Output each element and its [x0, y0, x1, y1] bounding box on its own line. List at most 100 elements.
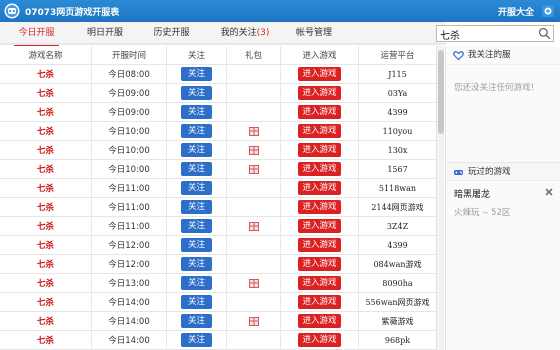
game-name[interactable]: 七杀	[0, 65, 92, 83]
enter-game-button[interactable]: 进入游戏	[298, 238, 341, 252]
platform-name[interactable]: 3Z4Z	[359, 217, 436, 235]
gear-icon[interactable]	[541, 4, 555, 18]
platform-name[interactable]: 1567	[359, 160, 436, 178]
enter-game-button[interactable]: 进入游戏	[298, 314, 341, 328]
table-row: 七杀 今日12:00 关注 进入游戏 084wan游戏	[0, 255, 436, 274]
enter-game-button[interactable]: 进入游戏	[298, 105, 341, 119]
enter-game-button[interactable]: 进入游戏	[298, 295, 341, 309]
follow-button[interactable]: 关注	[181, 314, 212, 328]
tab-account[interactable]: 帐号管理	[287, 22, 341, 45]
gift-cell	[227, 331, 281, 349]
game-name[interactable]: 七杀	[0, 331, 92, 349]
search-box[interactable]: 七杀	[436, 25, 554, 42]
table-row: 七杀 今日14:00 关注 进入游戏 968pk	[0, 331, 436, 350]
gift-icon[interactable]	[248, 278, 259, 288]
game-robot-logo	[4, 3, 20, 19]
heart-icon	[453, 51, 464, 61]
follow-button[interactable]: 关注	[181, 276, 212, 290]
open-time: 今日14:00	[92, 293, 167, 311]
enter-game-button[interactable]: 进入游戏	[298, 124, 341, 138]
played-game-name[interactable]: 暗黑屠龙	[454, 187, 490, 200]
enter-game-button[interactable]: 进入游戏	[298, 181, 341, 195]
platform-name[interactable]: 968pk	[359, 331, 436, 349]
table-row: 七杀 今日08:00 关注 进入游戏 J115	[0, 65, 436, 84]
platform-name[interactable]: 556wan网页游戏	[359, 293, 436, 311]
gift-icon[interactable]	[248, 316, 259, 326]
sidebar: 我关注的服 您还没关注任何游戏！ 玩过的游戏 暗黑屠龙 火辣玩 -- 52区	[445, 46, 560, 350]
follow-button[interactable]: 关注	[181, 143, 212, 157]
gift-icon[interactable]	[248, 145, 259, 155]
search-input[interactable]: 七杀	[440, 27, 460, 42]
follow-button[interactable]: 关注	[181, 219, 212, 233]
follow-button[interactable]: 关注	[181, 333, 212, 347]
follow-button[interactable]: 关注	[181, 238, 212, 252]
platform-name[interactable]: 110you	[359, 122, 436, 140]
tab-today[interactable]: 今日开服	[8, 22, 65, 47]
follow-button[interactable]: 关注	[181, 181, 212, 195]
platform-name[interactable]: 8090ha	[359, 274, 436, 292]
game-name[interactable]: 七杀	[0, 293, 92, 311]
platform-name[interactable]: 4399	[359, 236, 436, 254]
follow-count: (3)	[256, 28, 270, 38]
platform-name[interactable]: 5118wan	[359, 179, 436, 197]
follow-button[interactable]: 关注	[181, 200, 212, 214]
follow-button[interactable]: 关注	[181, 105, 212, 119]
platform-name[interactable]: 130x	[359, 141, 436, 159]
follow-button[interactable]: 关注	[181, 67, 212, 81]
game-name[interactable]: 七杀	[0, 160, 92, 178]
scrollbar[interactable]	[436, 46, 444, 350]
game-name[interactable]: 七杀	[0, 255, 92, 273]
platform-name[interactable]: 03Ya	[359, 84, 436, 102]
game-name[interactable]: 七杀	[0, 84, 92, 102]
enter-game-button[interactable]: 进入游戏	[298, 67, 341, 81]
enter-game-button[interactable]: 进入游戏	[298, 162, 341, 176]
game-name[interactable]: 七杀	[0, 122, 92, 140]
gift-icon[interactable]	[248, 126, 259, 136]
follow-button[interactable]: 关注	[181, 124, 212, 138]
game-name[interactable]: 七杀	[0, 198, 92, 216]
game-name[interactable]: 七杀	[0, 312, 92, 330]
scrollbar-thumb[interactable]	[438, 50, 444, 134]
game-name[interactable]: 七杀	[0, 141, 92, 159]
platform-name[interactable]: 084wan游戏	[359, 255, 436, 273]
platform-name[interactable]: 2144网页游戏	[359, 198, 436, 216]
follow-button[interactable]: 关注	[181, 295, 212, 309]
enter-game-button[interactable]: 进入游戏	[298, 86, 341, 100]
enter-game-button[interactable]: 进入游戏	[298, 257, 341, 271]
platform-name[interactable]: J115	[359, 65, 436, 83]
enter-game-button[interactable]: 进入游戏	[298, 333, 341, 347]
table-row: 七杀 今日11:00 关注 进入游戏 3Z4Z	[0, 217, 436, 236]
enter-game-button[interactable]: 进入游戏	[298, 200, 341, 214]
platform-name[interactable]: 4399	[359, 103, 436, 121]
enter-game-button[interactable]: 进入游戏	[298, 143, 341, 157]
tab-history[interactable]: 历史开服	[144, 22, 199, 45]
tab-my-follows[interactable]: 我的关注(3)	[210, 22, 280, 45]
gift-icon[interactable]	[248, 164, 259, 174]
game-name[interactable]: 七杀	[0, 236, 92, 254]
follow-button[interactable]: 关注	[181, 257, 212, 271]
game-name[interactable]: 七杀	[0, 103, 92, 121]
enter-cell: 进入游戏	[281, 331, 359, 349]
open-time: 今日10:00	[92, 122, 167, 140]
search-icon[interactable]	[538, 27, 551, 40]
header-enter-game: 进入游戏	[281, 46, 359, 64]
follow-button[interactable]: 关注	[181, 162, 212, 176]
game-name[interactable]: 七杀	[0, 179, 92, 197]
table-row: 七杀 今日10:00 关注 进入游戏 110you	[0, 122, 436, 141]
close-icon[interactable]	[544, 187, 554, 197]
enter-cell: 进入游戏	[281, 312, 359, 330]
enter-cell: 进入游戏	[281, 293, 359, 311]
enter-game-button[interactable]: 进入游戏	[298, 276, 341, 290]
follow-button[interactable]: 关注	[181, 86, 212, 100]
game-name[interactable]: 七杀	[0, 274, 92, 292]
tab-tomorrow[interactable]: 明日开服	[75, 22, 135, 45]
table-row: 七杀 今日12:00 关注 进入游戏 4399	[0, 236, 436, 255]
table-row: 七杀 今日14:00 关注 进入游戏 紫薇游戏	[0, 312, 436, 331]
follow-cell: 关注	[167, 331, 227, 349]
game-name[interactable]: 七杀	[0, 217, 92, 235]
platform-name[interactable]: 紫薇游戏	[359, 312, 436, 330]
all-servers-link[interactable]: 开服大全	[498, 5, 534, 18]
open-time: 今日12:00	[92, 236, 167, 254]
gift-icon[interactable]	[248, 221, 259, 231]
enter-game-button[interactable]: 进入游戏	[298, 219, 341, 233]
